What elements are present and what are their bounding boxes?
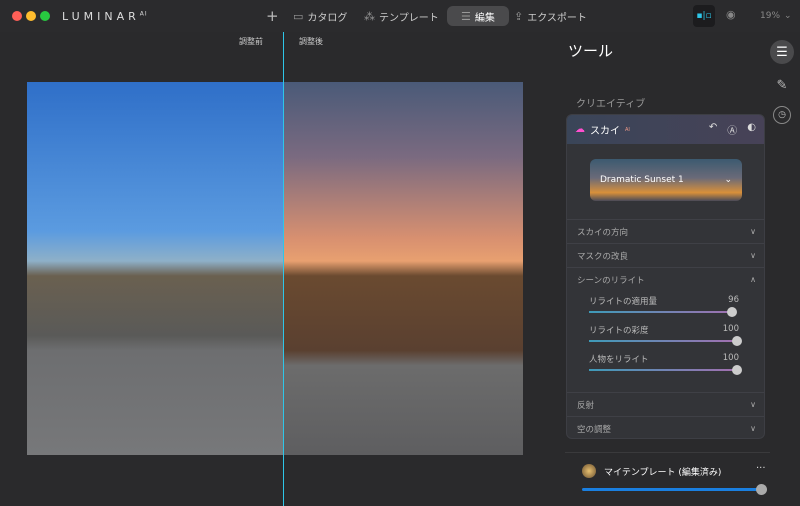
undo-icon[interactable]: ↶	[709, 122, 717, 137]
share-icon: ⇪	[514, 9, 524, 23]
before-label: 調整前	[239, 37, 263, 46]
chevron-down-icon: ∨	[750, 424, 756, 433]
sky-tool-header[interactable]: ☁ スカイ AI ↶ Ⓐ ◐	[567, 115, 764, 144]
sliders-icon: ☰	[461, 9, 471, 23]
tab-templates[interactable]: ⁂ テンプレート	[364, 6, 439, 26]
chevron-down-icon: ∨	[750, 251, 756, 260]
slider-knob[interactable]	[732, 336, 742, 346]
sky-preset-dropdown[interactable]: Dramatic Sunset 1 ⌄	[590, 159, 742, 201]
top-toolbar: LUMINARAI + ▭ カタログ ⁂ テンプレート ☰ 編集 ⇪ エクスポート ▪|…	[0, 0, 800, 32]
template-amount-slider[interactable]	[582, 488, 760, 491]
compare-view-button[interactable]: ▪|▫	[693, 5, 715, 27]
before-image	[27, 82, 283, 455]
add-button[interactable]: +	[266, 6, 279, 26]
template-thumbnail	[582, 464, 596, 478]
divider	[565, 452, 770, 453]
sky-tool-name: スカイ	[590, 126, 620, 137]
section-mask-refine[interactable]: マスクの改良 ∨	[567, 243, 764, 267]
mask-icon[interactable]: Ⓐ	[727, 122, 737, 137]
toggle-visibility-icon[interactable]: ◐	[747, 122, 756, 137]
ai-badge: AI	[625, 126, 630, 133]
zoom-dropdown[interactable]: 19% ⌄	[760, 6, 792, 26]
section-sky-direction[interactable]: スカイの方向 ∨	[567, 219, 764, 243]
maximize-window-button[interactable]	[40, 11, 50, 21]
chevron-down-icon: ⌄	[724, 175, 732, 185]
slider-relight-people[interactable]: 人物をリライト 100	[589, 353, 742, 375]
brush-icon[interactable]: ✎	[770, 73, 794, 97]
slider-relight-amount[interactable]: リライトの適用量 96	[589, 295, 739, 317]
history-clock-icon[interactable]: ◷	[773, 106, 791, 124]
close-window-button[interactable]	[12, 11, 22, 21]
slider-relight-saturation[interactable]: リライトの彩度 100	[589, 324, 742, 346]
after-image	[283, 82, 523, 455]
tab-catalog[interactable]: ▭ カタログ	[293, 6, 347, 26]
minimize-window-button[interactable]	[26, 11, 36, 21]
app-logo: LUMINARAI	[62, 10, 148, 23]
template-name: マイテンプレート (編集済み)	[604, 467, 722, 478]
more-options-button[interactable]: ···	[756, 463, 766, 474]
my-template[interactable]: マイテンプレート (編集済み)	[582, 464, 721, 478]
after-label: 調整後	[299, 37, 323, 46]
tab-edit[interactable]: ☰ 編集	[447, 6, 509, 26]
eye-icon[interactable]: ◉	[726, 8, 736, 21]
chevron-down-icon: ∨	[750, 227, 756, 236]
chevron-up-icon: ∧	[750, 275, 756, 284]
sky-tool-card: ☁ スカイ AI ↶ Ⓐ ◐ Dramatic Sunset 1 ⌄ スカイの方向 ∨ マ…	[566, 114, 765, 439]
cloud-icon: ☁	[575, 124, 585, 135]
section-scene-relight[interactable]: シーンのリライト ∧	[567, 267, 764, 291]
chevron-down-icon: ∨	[750, 400, 756, 409]
section-creative: クリエイティブ	[576, 99, 646, 110]
magic-wand-icon: ⁂	[364, 9, 375, 23]
folder-icon: ▭	[293, 9, 304, 23]
section-sky-adjust[interactable]: 空の調整 ∨	[567, 416, 764, 438]
slider-knob[interactable]	[732, 365, 742, 375]
panel-title: ツール	[568, 42, 614, 60]
slider-knob[interactable]	[727, 307, 737, 317]
template-slider-knob[interactable]	[756, 484, 767, 495]
tab-export[interactable]: ⇪ エクスポート	[514, 6, 587, 26]
section-reflection[interactable]: 反射 ∨	[567, 392, 764, 416]
compare-split-handle[interactable]	[283, 32, 284, 506]
tools-sliders-icon[interactable]: ☰	[770, 40, 794, 64]
